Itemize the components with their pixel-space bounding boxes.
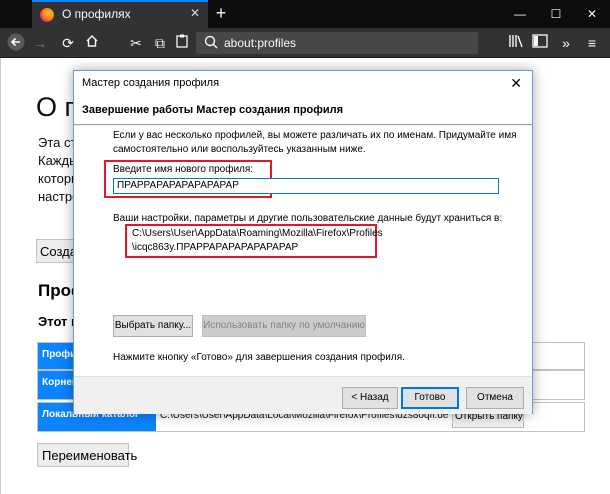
section-title: Проф bbox=[38, 281, 78, 300]
finish-hint: Нажмите кнопку «Готово» для завершения с… bbox=[113, 352, 405, 363]
firefox-logo-icon bbox=[40, 8, 54, 22]
dialog-close-icon[interactable]: ✕ bbox=[510, 75, 522, 92]
paste-icon[interactable] bbox=[172, 33, 192, 53]
close-window-button[interactable]: ✕ bbox=[574, 0, 610, 28]
back-button[interactable]: < Назад bbox=[342, 387, 398, 409]
tab-about-profiles[interactable]: О профилях ✕ bbox=[32, 0, 208, 28]
overflow-icon[interactable]: » bbox=[556, 33, 576, 53]
storage-path-line2: \icqc863y.ПРАРРАРАРАРАРАРАРАР bbox=[132, 242, 299, 253]
reload-icon[interactable]: ⟳ bbox=[58, 33, 78, 53]
new-tab-button[interactable]: + bbox=[210, 2, 232, 24]
choose-folder-button[interactable]: Выбрать папку... bbox=[113, 315, 193, 337]
profile-name-input[interactable]: ПРАРРАРАРАРАРАРАРАР bbox=[113, 178, 499, 194]
library-icon[interactable] bbox=[506, 33, 526, 53]
nav-bar: → ⟳ ✂ ⧉ about:profiles » ≡ bbox=[0, 28, 610, 58]
dialog-title: Мастер создания профиля bbox=[82, 77, 220, 89]
search-icon bbox=[204, 35, 218, 49]
dialog-titlebar: Мастер создания профиля ✕ bbox=[74, 71, 532, 97]
dialog-header-title: Завершение работы Мастер создания профил… bbox=[82, 104, 344, 116]
url-text: about:profiles bbox=[224, 36, 297, 50]
tab-close-icon[interactable]: ✕ bbox=[190, 6, 200, 20]
tab-title: О профилях bbox=[62, 7, 131, 21]
sidebar-icon[interactable] bbox=[530, 33, 550, 53]
tab-bar: О профилях ✕ + — ☐ ✕ bbox=[0, 0, 610, 28]
menu-icon[interactable]: ≡ bbox=[582, 33, 602, 53]
use-default-folder-button[interactable]: Использовать папку по умолчанию bbox=[202, 315, 366, 337]
storage-path-line1: C:\Users\User\AppData\Roaming\Mozilla\Fi… bbox=[132, 228, 383, 239]
home-icon[interactable] bbox=[82, 33, 102, 53]
intro-text-line2: самостоятельно или воспользуйтесь указан… bbox=[113, 144, 366, 155]
maximize-button[interactable]: ☐ bbox=[538, 0, 574, 28]
copy-icon[interactable]: ⧉ bbox=[150, 33, 170, 53]
page-border bbox=[0, 58, 1, 494]
rename-button[interactable]: Переименовать bbox=[37, 443, 137, 467]
create-profile-dialog: Мастер создания профиля ✕ Завершение раб… bbox=[73, 70, 533, 414]
profile-title: Этот п bbox=[38, 314, 74, 329]
intro-text-line1: Если у вас несколько профилей, вы можете… bbox=[113, 130, 517, 141]
finish-button[interactable]: Готово bbox=[401, 387, 459, 409]
cut-icon[interactable]: ✂ bbox=[126, 33, 146, 53]
name-label: Введите имя нового профиля: bbox=[113, 164, 254, 175]
minimize-button[interactable]: — bbox=[502, 0, 538, 28]
cancel-button[interactable]: Отмена bbox=[466, 387, 524, 409]
back-icon[interactable] bbox=[6, 33, 26, 53]
dialog-header: Завершение работы Мастер создания профил… bbox=[74, 97, 532, 125]
dialog-footer bbox=[74, 376, 532, 414]
forward-icon[interactable]: → bbox=[30, 33, 50, 53]
url-bar[interactable]: about:profiles bbox=[196, 32, 478, 54]
